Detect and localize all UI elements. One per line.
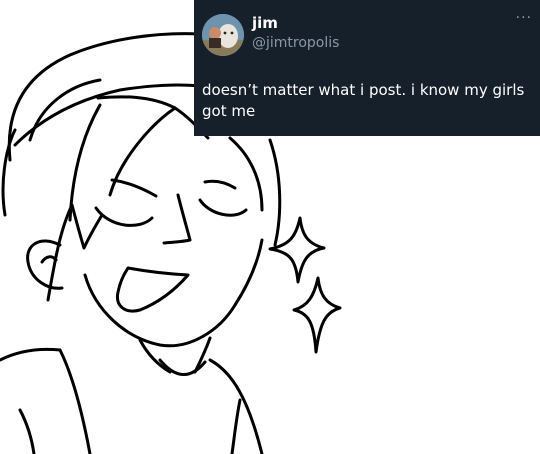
shirt-left <box>0 347 62 362</box>
more-dots-icon[interactable]: ··· <box>516 10 532 26</box>
display-name[interactable]: jim <box>252 14 278 32</box>
sparkle-icon <box>292 276 342 354</box>
hair-right-edge <box>268 138 282 247</box>
tweet-text: doesn’t matter what i post. i know my gi… <box>202 81 525 120</box>
user-handle[interactable]: @jimtropolis <box>252 34 339 52</box>
mouth <box>115 266 190 313</box>
face-jaw <box>83 238 264 348</box>
right-eye <box>198 198 248 217</box>
hair-right-curve <box>228 136 264 212</box>
hair-top-wave <box>96 95 210 140</box>
shoulder-right <box>208 358 264 454</box>
hair-zigzag <box>46 203 104 302</box>
left-eyebrow <box>110 178 158 198</box>
tweet-card: jim @jimtropolis ··· doesn’t matter what… <box>194 0 540 136</box>
chest-mid <box>230 398 242 454</box>
left-eye <box>94 206 154 227</box>
avatar-photo <box>202 14 244 56</box>
hair-side-stroke <box>1 128 17 217</box>
right-eyebrow <box>203 179 237 190</box>
shirt-line <box>58 348 92 454</box>
nose <box>162 193 192 245</box>
hair-bang-1 <box>68 103 102 222</box>
chest-left <box>18 408 36 454</box>
avatar[interactable] <box>202 14 244 56</box>
